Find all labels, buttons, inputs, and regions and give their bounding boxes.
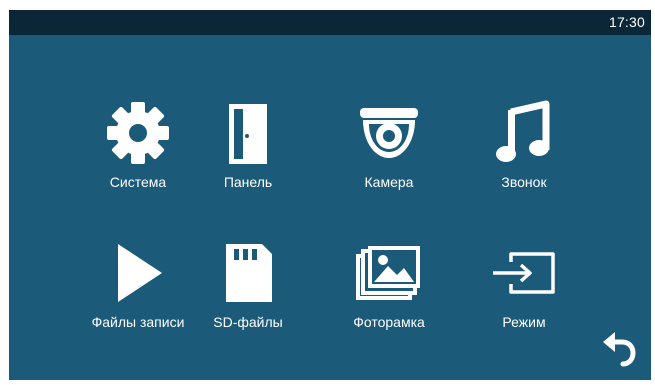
menu-item-system[interactable]: Система	[83, 98, 193, 190]
status-bar: 17:30	[9, 10, 651, 35]
menu-item-label: Камера	[364, 174, 414, 190]
clock: 17:30	[608, 14, 645, 30]
back-arrow-icon	[603, 332, 636, 367]
menu-item-label: Режим	[502, 314, 546, 330]
menu-item-label: Фоторамка	[353, 314, 425, 330]
menu-item-panel[interactable]: Панель	[193, 98, 303, 190]
menu-item-recordings[interactable]: Файлы записи	[83, 238, 193, 330]
menu-item-camera[interactable]: Камера	[334, 98, 444, 190]
dome-camera-icon	[354, 98, 424, 168]
menu-item-label: Панель	[223, 174, 273, 190]
menu-item-label: Звонок	[501, 174, 547, 190]
back-button[interactable]	[599, 330, 639, 370]
photo-frame-icon	[354, 238, 424, 308]
input-mode-icon	[489, 238, 559, 308]
music-note-icon	[489, 98, 559, 168]
menu-item-label: Файлы записи	[91, 314, 185, 330]
sd-card-icon	[213, 238, 283, 308]
menu-item-mode[interactable]: Режим	[469, 238, 579, 330]
menu-item-label: SD-файлы	[213, 314, 283, 330]
menu-item-ringtone[interactable]: Звонок	[469, 98, 579, 190]
main-screen: 17:30 Система Панель Камера Звонок Файлы…	[9, 10, 651, 380]
menu-item-label: Система	[109, 174, 167, 190]
play-icon	[103, 238, 173, 308]
menu-item-sd-files[interactable]: SD-файлы	[193, 238, 303, 330]
door-icon	[213, 98, 283, 168]
gear-icon	[103, 98, 173, 168]
menu-item-photo-frame[interactable]: Фоторамка	[334, 238, 444, 330]
